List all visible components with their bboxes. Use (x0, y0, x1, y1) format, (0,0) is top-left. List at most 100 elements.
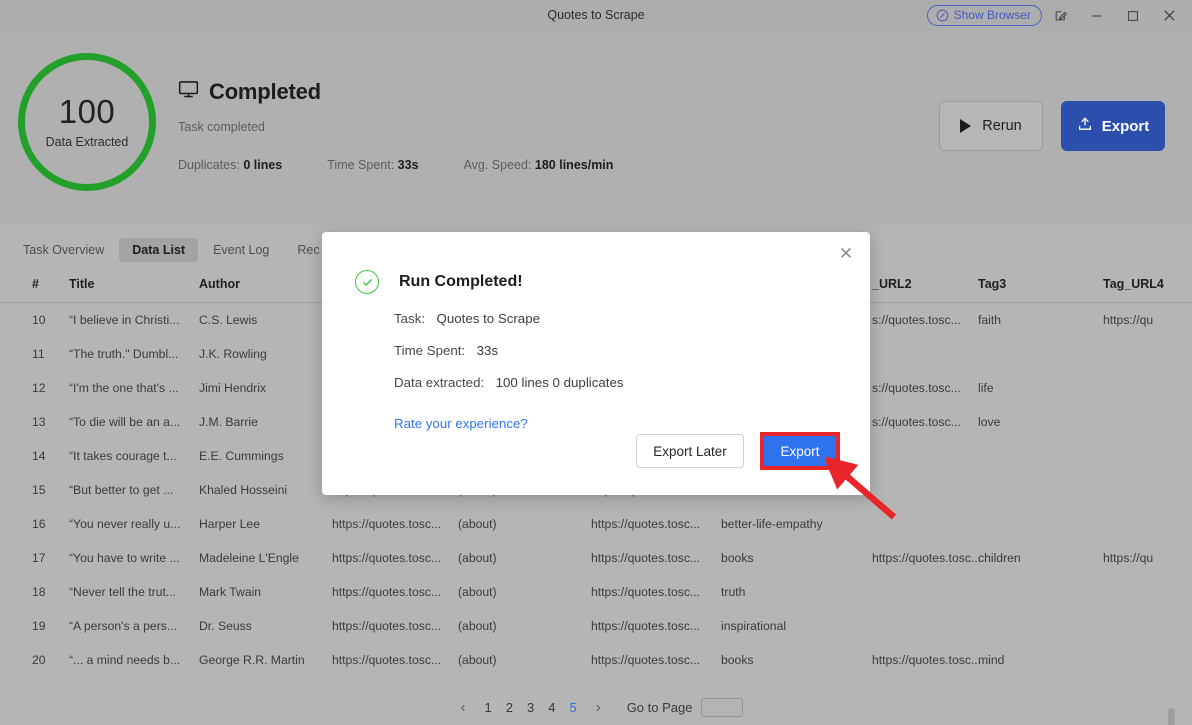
table-row[interactable]: 20“... a mind needs b...George R.R. Mart… (0, 643, 1192, 677)
rate-experience-link[interactable]: Rate your experience? (394, 416, 624, 431)
maximize-icon[interactable] (1116, 0, 1150, 31)
export-button[interactable]: Export (1061, 101, 1165, 151)
rerun-button[interactable]: Rerun (939, 101, 1043, 151)
cell-author: George R.R. Martin (199, 653, 305, 667)
cell-tag-url4: https://qu (1103, 551, 1153, 565)
table-row[interactable]: 17“You have to write ...Madeleine L'Engl… (0, 541, 1192, 575)
dialog-field-time-spent: Time Spent: 33s (394, 342, 624, 360)
cell-url1: https://quotes.tosc... (332, 653, 441, 667)
show-browser-label: Show Browser (954, 8, 1031, 22)
page-button-5[interactable]: 5 (562, 700, 583, 715)
data-extracted-count: 100 (59, 95, 116, 128)
cell-about: (about) (458, 653, 497, 667)
status-title: Completed (209, 79, 321, 105)
metric-duplicates: Duplicates: 0 lines (178, 158, 282, 172)
cell-url3: https://quotes.tosc... (591, 551, 700, 565)
show-browser-button[interactable]: Show Browser (927, 5, 1042, 26)
dialog-title: Run Completed! (399, 273, 523, 291)
task-header: 100 Data Extracted Completed Task comple… (0, 31, 1192, 225)
cell-tag3: life (978, 381, 994, 395)
cell-tag: inspirational (721, 619, 786, 633)
cell-tag3: faith (978, 313, 1001, 327)
dialog-field-task-value: Quotes to Scrape (437, 311, 540, 326)
metric-avg-speed-label: Avg. Speed: (464, 158, 532, 172)
cell-url2: https://quotes.tosc... (872, 653, 981, 667)
metric-duplicates-value: 0 lines (243, 158, 282, 172)
cell-tag: books (721, 551, 754, 565)
tab-event-log[interactable]: Event Log (200, 238, 282, 262)
cell-index: 20 (32, 653, 46, 667)
dialog-field-time-spent-label: Time Spent: (394, 343, 465, 358)
tab-bar: Task Overview Data List Event Log Rec (10, 238, 333, 262)
dialog-field-data-extracted-label: Data extracted: (394, 375, 484, 390)
column-header-index[interactable]: # (32, 277, 39, 291)
cell-index: 14 (32, 449, 46, 463)
dialog-field-data-extracted: Data extracted: 100 lines 0 duplicates (394, 374, 624, 392)
status-metrics: Duplicates: 0 lines Time Spent: 33s Avg.… (178, 158, 613, 172)
cell-tag: books (721, 653, 754, 667)
dialog-field-data-extracted-value: 100 lines 0 duplicates (496, 375, 624, 390)
cell-index: 13 (32, 415, 46, 429)
cell-author: Harper Lee (199, 517, 260, 531)
column-header-tag-url4[interactable]: Tag_URL4 (1103, 277, 1164, 291)
close-icon[interactable]: ✕ (834, 241, 858, 265)
page-button-3[interactable]: 3 (520, 700, 541, 715)
metric-time-spent-label: Time Spent: (327, 158, 394, 172)
cell-tag3: mind (978, 653, 1004, 667)
table-row[interactable]: 18“Never tell the trut...Mark Twainhttps… (0, 575, 1192, 609)
cell-index: 18 (32, 585, 46, 599)
dialog-fields: Task: Quotes to Scrape Time Spent: 33s D… (394, 310, 624, 431)
prev-page-button[interactable]: ‹ (449, 700, 478, 715)
page-button-4[interactable]: 4 (541, 700, 562, 715)
column-header-url2[interactable]: _URL2 (872, 277, 912, 291)
cell-index: 12 (32, 381, 46, 395)
cell-title: “The truth." Dumbl... (69, 347, 178, 361)
table-row[interactable]: 19“A person's a pers...Dr. Seusshttps://… (0, 609, 1192, 643)
cell-author: C.S. Lewis (199, 313, 257, 327)
cell-url3: https://quotes.tosc... (591, 517, 700, 531)
metric-avg-speed-value: 180 lines/min (535, 158, 614, 172)
column-header-title[interactable]: Title (69, 277, 94, 291)
upload-icon (1077, 116, 1093, 136)
cell-index: 17 (32, 551, 46, 565)
title-bar: Quotes to Scrape Show Browser (0, 0, 1192, 31)
go-to-page-input[interactable] (701, 698, 743, 717)
minimize-icon[interactable] (1080, 0, 1114, 31)
export-later-button[interactable]: Export Later (636, 434, 744, 468)
cell-title: “It takes courage t... (69, 449, 177, 463)
cell-title: “I believe in Christi... (69, 313, 179, 327)
cell-url3: https://quotes.tosc... (591, 619, 700, 633)
cell-about: (about) (458, 517, 497, 531)
tab-task-overview[interactable]: Task Overview (10, 238, 117, 262)
table-row[interactable]: 16“You never really u...Harper Leehttps:… (0, 507, 1192, 541)
cell-author: J.K. Rowling (199, 347, 267, 361)
cell-title: “I'm the one that's ... (69, 381, 179, 395)
data-extracted-donut: 100 Data Extracted (18, 53, 156, 191)
run-completed-dialog: ✕ Run Completed! Task: Quotes to Scrape … (322, 232, 870, 495)
cell-author: Dr. Seuss (199, 619, 252, 633)
cell-url3: https://quotes.tosc... (591, 585, 700, 599)
cell-title: “You never really u... (69, 517, 180, 531)
app-window: Quotes to Scrape Show Browser (0, 0, 1192, 725)
edit-icon[interactable] (1044, 0, 1078, 31)
export-button-highlight: Export (760, 432, 840, 470)
cell-author: Jimi Hendrix (199, 381, 266, 395)
cell-url1: https://quotes.tosc... (332, 585, 441, 599)
close-icon[interactable] (1152, 0, 1186, 31)
tab-data-list[interactable]: Data List (119, 238, 198, 262)
go-to-page-label: Go to Page (627, 700, 693, 715)
column-header-tag3[interactable]: Tag3 (978, 277, 1006, 291)
page-button-2[interactable]: 2 (499, 700, 520, 715)
data-extracted-label: Data Extracted (46, 135, 129, 149)
dialog-export-button[interactable]: Export (764, 436, 836, 466)
dialog-actions: Export Later Export (636, 432, 840, 470)
dialog-header: Run Completed! (355, 270, 523, 294)
cell-title: “A person's a pers... (69, 619, 177, 633)
column-header-author[interactable]: Author (199, 277, 240, 291)
cell-url2: s://quotes.tosc... (872, 381, 961, 395)
dialog-field-task: Task: Quotes to Scrape (394, 310, 624, 328)
next-page-button[interactable]: › (584, 700, 613, 715)
page-button-1[interactable]: 1 (478, 700, 499, 715)
status-block: Completed Task completed Duplicates: 0 l… (178, 79, 613, 172)
cell-about: (about) (458, 619, 497, 633)
